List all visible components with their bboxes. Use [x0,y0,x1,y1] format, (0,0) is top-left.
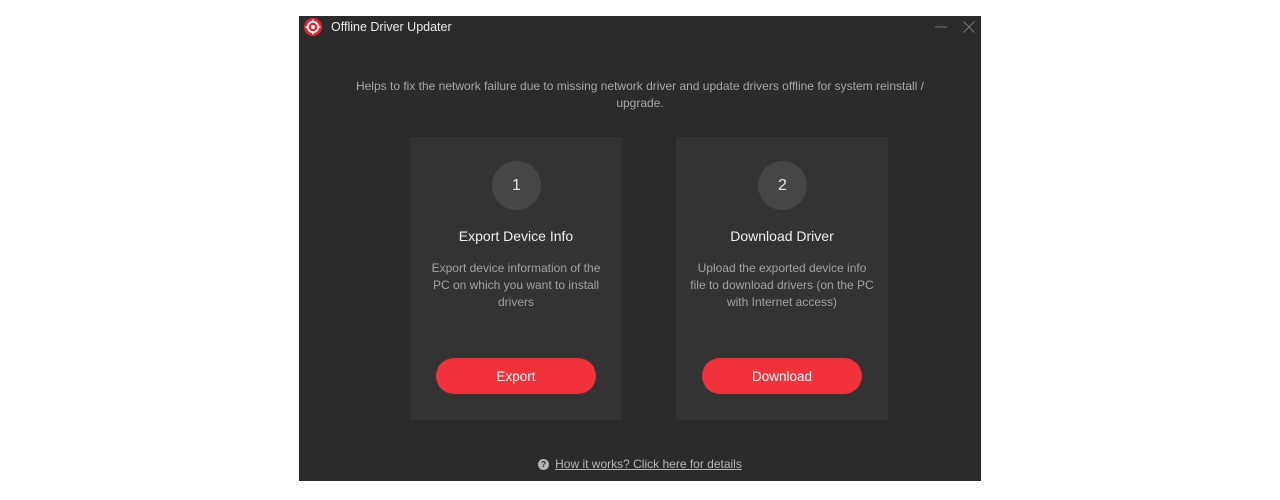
app-title: Offline Driver Updater [331,20,452,34]
how-it-works-link[interactable]: How it works? Click here for details [555,457,742,471]
step-number-badge: 1 [492,161,541,210]
title-bar: Offline Driver Updater [299,16,981,38]
minimize-icon [935,26,947,28]
step-card-export: 1 Export Device Info Export device infor… [410,137,622,420]
minimize-button[interactable] [932,18,950,36]
intro-description: Helps to fix the network failure due to … [355,79,925,110]
step-card-download: 2 Download Driver Upload the exported de… [676,137,888,420]
step-number-badge: 2 [758,161,807,210]
step-title: Export Device Info [458,228,574,244]
close-icon [963,21,975,33]
download-button[interactable]: Download [702,358,862,394]
step-description: Upload the exported device info file to … [690,261,874,309]
export-button[interactable]: Export [436,358,596,394]
question-circle-icon: ? [538,458,550,470]
app-window: Offline Driver Updater Helps to fix the … [299,16,981,481]
step-description: Export device information of the PC on w… [431,261,601,309]
help-footer: ? How it works? Click here for details [299,457,981,471]
app-logo-icon [304,18,322,36]
step-title: Download Driver [730,228,834,244]
close-button[interactable] [960,18,978,36]
